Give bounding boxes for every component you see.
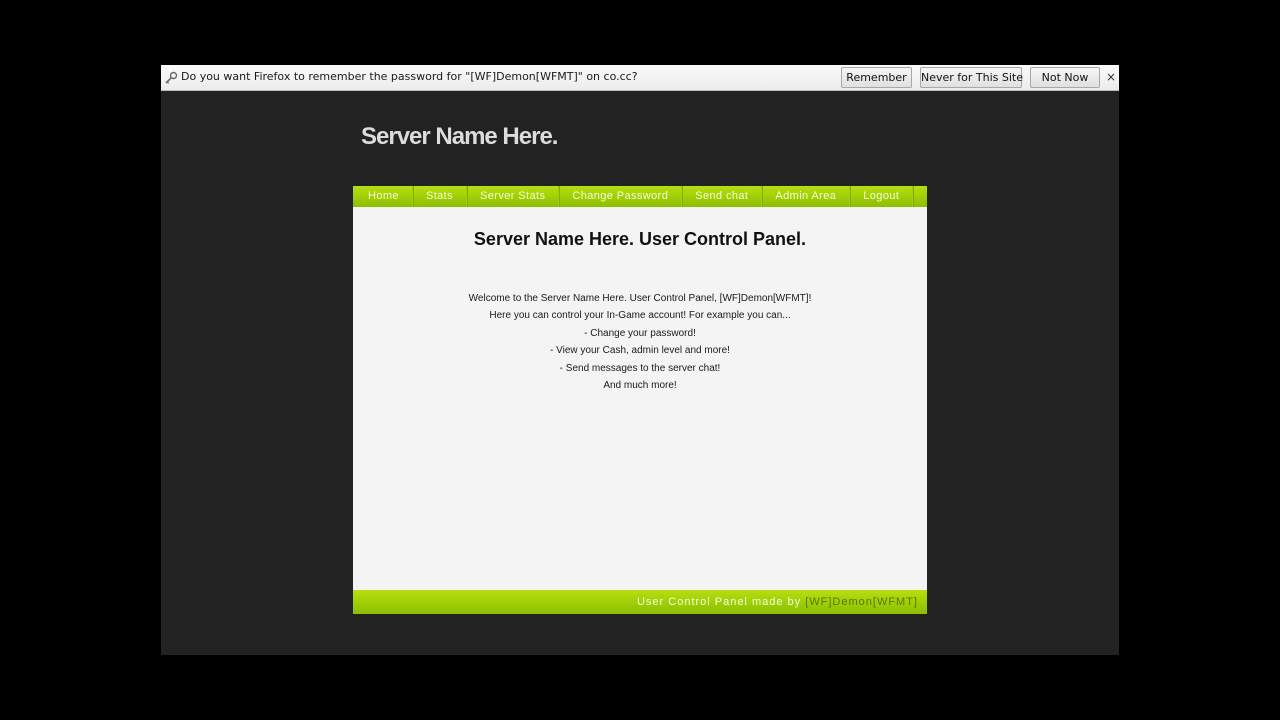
never-for-this-site-button[interactable]: Never for This Site xyxy=(920,67,1023,88)
nav-item-server-stats[interactable]: Server Stats xyxy=(467,186,560,207)
nav-item-logout[interactable]: Logout xyxy=(850,186,914,207)
close-icon[interactable]: × xyxy=(1105,70,1117,84)
nav-item-admin-area[interactable]: Admin Area xyxy=(762,186,851,207)
site-title: Server Name Here. xyxy=(361,123,558,150)
welcome-text: Welcome to the Server Name Here. User Co… xyxy=(353,290,927,394)
welcome-line: Welcome to the Server Name Here. User Co… xyxy=(468,293,812,304)
nav-item-change-password[interactable]: Change Password xyxy=(559,186,683,207)
password-notification-bar: Do you want Firefox to remember the pass… xyxy=(161,65,1119,91)
feature-line: - Change your password! xyxy=(584,327,696,339)
remember-button[interactable]: Remember xyxy=(841,67,912,88)
notification-message: Do you want Firefox to remember the pass… xyxy=(181,70,638,83)
screen: Do you want Firefox to remember the pass… xyxy=(0,0,1280,720)
key-icon xyxy=(164,70,178,84)
page-heading: Server Name Here. User Control Panel. xyxy=(473,229,807,249)
footer-credit-prefix: User Control Panel made by xyxy=(636,596,806,608)
control-panel: Home Stats Server Stats Change Password … xyxy=(353,186,927,614)
footer-bar: User Control Panel made by [WF]Demon[WFM… xyxy=(353,590,927,614)
welcome-line: Here you can control your In-Game accoun… xyxy=(489,310,791,322)
closing-line: And much more! xyxy=(603,379,677,391)
feature-line: - View your Cash, admin level and more! xyxy=(550,345,730,357)
feature-line: - Send messages to the server chat! xyxy=(559,362,721,374)
nav-bar: Home Stats Server Stats Change Password … xyxy=(353,186,927,207)
nav-item-stats[interactable]: Stats xyxy=(413,186,468,207)
footer-credit: User Control Panel made by [WF]Demon[WFM… xyxy=(637,590,918,614)
nav-item-send-chat[interactable]: Send chat xyxy=(682,186,763,207)
browser-viewport: Do you want Firefox to remember the pass… xyxy=(161,65,1119,655)
nav-item-home[interactable]: Home xyxy=(355,186,413,207)
footer-author-link[interactable]: [WF]Demon[WFMT] xyxy=(805,596,918,608)
not-now-button[interactable]: Not Now xyxy=(1030,67,1100,88)
